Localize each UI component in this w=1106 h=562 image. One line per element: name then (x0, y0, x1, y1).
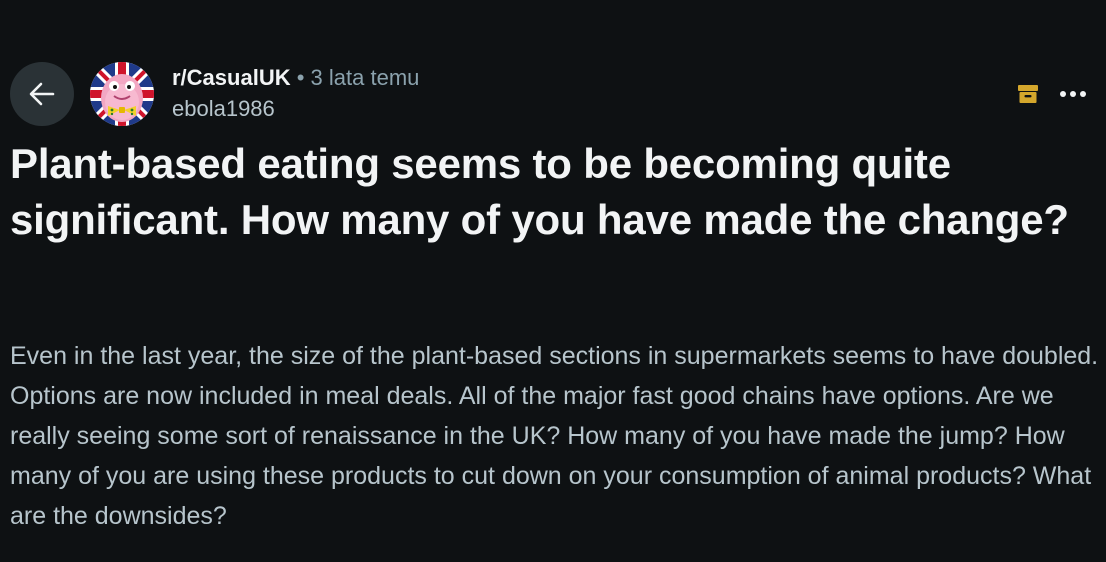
post-meta: r/CasualUK • 3 lata temu ebola1986 (172, 64, 419, 123)
author-link[interactable]: ebola1986 (172, 95, 419, 123)
mr-blobby-union-jack-avatar (90, 62, 154, 126)
post-body: Even in the last year, the size of the p… (10, 342, 1099, 530)
subreddit-link[interactable]: r/CasualUK (172, 65, 291, 90)
post-title: Plant-based eating seems to be becoming … (10, 140, 1069, 243)
post-timestamp: 3 lata temu (310, 65, 420, 90)
archive-icon (1018, 85, 1038, 103)
more-options-button[interactable] (1058, 84, 1088, 104)
subreddit-avatar[interactable] (90, 62, 154, 126)
back-button[interactable] (10, 62, 74, 126)
more-horizontal-icon (1060, 91, 1086, 97)
arrow-left-icon (29, 82, 55, 106)
meta-separator: • (296, 65, 305, 90)
post-meta-line: r/CasualUK • 3 lata temu (172, 64, 419, 92)
